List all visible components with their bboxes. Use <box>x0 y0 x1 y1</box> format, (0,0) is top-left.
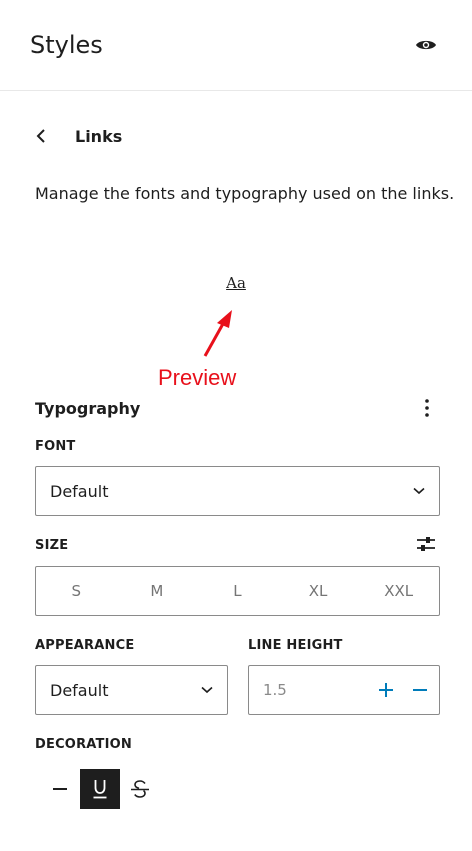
screen-description: Manage the fonts and typography used on … <box>35 184 455 203</box>
chevron-down-icon <box>201 686 213 694</box>
navigator-row: Links <box>35 123 122 149</box>
section-title: Typography <box>35 398 141 418</box>
line-height-decrement-button[interactable] <box>405 675 435 705</box>
eye-icon <box>416 40 436 50</box>
screen-title: Links <box>75 126 123 146</box>
size-option-m[interactable]: M <box>117 567 198 615</box>
chevron-left-icon <box>36 129 45 143</box>
line-height-label: LINE HEIGHT <box>248 638 343 653</box>
size-option-s[interactable]: S <box>36 567 117 615</box>
typography-preview: Aa <box>226 274 246 292</box>
style-preview-button[interactable] <box>410 30 442 60</box>
back-button[interactable] <box>35 123 61 149</box>
decoration-none-button[interactable] <box>40 769 80 809</box>
font-size-picker: S M L XL XXL <box>35 566 440 616</box>
font-select[interactable]: Default <box>35 466 440 516</box>
size-option-xl[interactable]: XL <box>278 567 359 615</box>
annotation-label: Preview <box>158 365 237 390</box>
plus-icon <box>379 683 393 697</box>
text-decoration-picker <box>40 769 160 809</box>
decoration-strikethrough-button[interactable] <box>120 769 160 809</box>
line-height-control: 1.5 <box>248 665 440 715</box>
decoration-underline-button[interactable] <box>80 769 120 809</box>
size-option-xxl[interactable]: XXL <box>358 567 439 615</box>
annotation-arrow-icon <box>203 310 232 357</box>
chevron-down-icon <box>413 487 425 495</box>
appearance-select[interactable]: Default <box>35 665 228 715</box>
font-select-value: Default <box>50 481 109 501</box>
decoration-label: DECORATION <box>35 737 132 752</box>
typography-options-button[interactable] <box>415 395 439 421</box>
line-height-input[interactable]: 1.5 <box>263 681 371 699</box>
none-dash-icon <box>53 788 67 790</box>
strikethrough-icon <box>131 780 149 798</box>
size-label: SIZE <box>35 538 69 553</box>
more-vertical-icon <box>425 399 429 417</box>
panel-title: Styles <box>30 31 103 59</box>
appearance-label: APPEARANCE <box>35 638 135 653</box>
font-label: FONT <box>35 439 76 454</box>
size-settings-button[interactable] <box>412 532 440 556</box>
line-height-increment-button[interactable] <box>371 675 401 705</box>
sliders-icon <box>417 537 435 551</box>
typography-section-header: Typography <box>35 395 439 421</box>
size-option-l[interactable]: L <box>197 567 278 615</box>
appearance-select-value: Default <box>50 680 109 700</box>
panel-header: Styles <box>0 0 472 91</box>
minus-icon <box>413 689 427 691</box>
underline-icon <box>93 780 107 799</box>
